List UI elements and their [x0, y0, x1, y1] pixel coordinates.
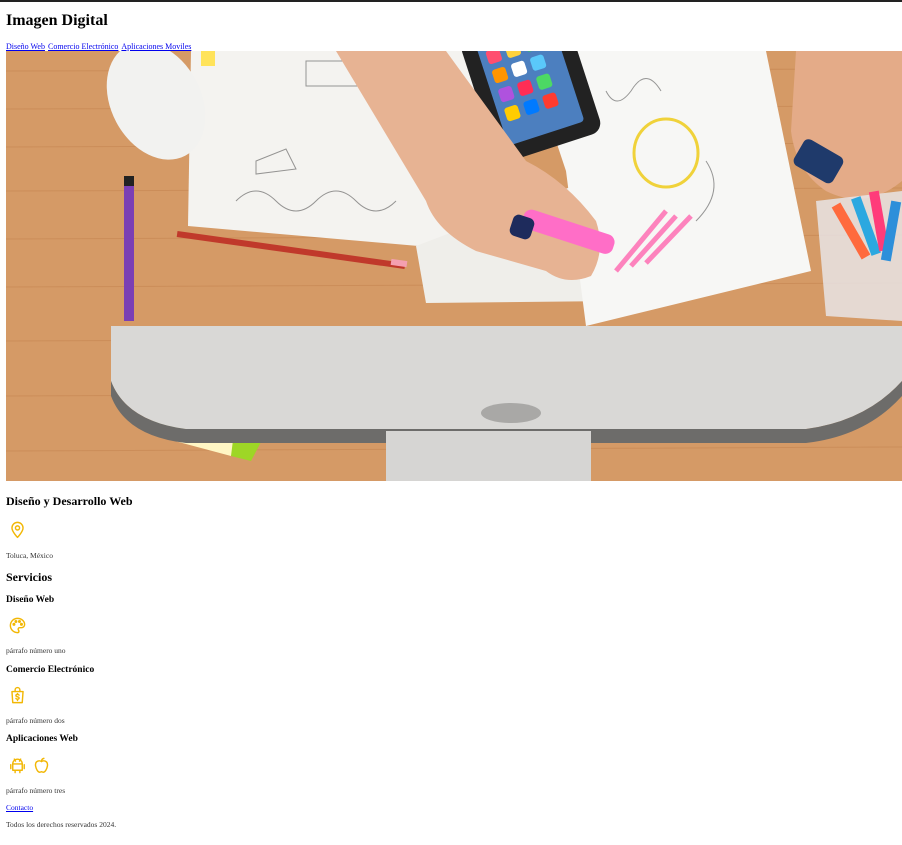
service-title-aplicaciones-web: Aplicaciones Web — [6, 734, 78, 744]
about-heading: Diseño y Desarrollo Web — [6, 494, 133, 508]
android-icon — [8, 756, 27, 775]
nav-link-aplicaciones-moviles[interactable]: Aplicaciones Moviles — [121, 42, 191, 51]
service-text-comercio-electronico: párrafo número dos — [6, 716, 65, 725]
contact-link[interactable]: Contacto — [6, 803, 33, 812]
service-title-comercio-electronico: Comercio Electrónico — [6, 665, 95, 675]
shopping-bag-icon — [8, 686, 27, 705]
nav-link-comercio-electronico[interactable]: Comercio Electrónico — [48, 42, 118, 51]
apple-icon — [32, 756, 51, 775]
service-text-diseno-web: párrafo número uno — [6, 646, 66, 655]
map-pin-icon — [8, 520, 27, 539]
site-title: Imagen Digital — [6, 12, 108, 29]
service-text-aplicaciones-web: párrafo número tres — [6, 786, 66, 795]
main-nav: Diseño Web Comercio Electrónico Aplicacion… — [6, 42, 194, 51]
hero-image — [6, 51, 902, 481]
service-title-diseno-web: Diseño Web — [6, 595, 55, 605]
services-heading: Servicios — [6, 570, 52, 584]
palette-icon — [8, 616, 27, 635]
nav-link-diseno-web[interactable]: Diseño Web — [6, 42, 45, 51]
location-text: Toluca, México — [6, 551, 53, 560]
copyright-text: Todos los derechos reservados 2024. — [6, 820, 117, 829]
